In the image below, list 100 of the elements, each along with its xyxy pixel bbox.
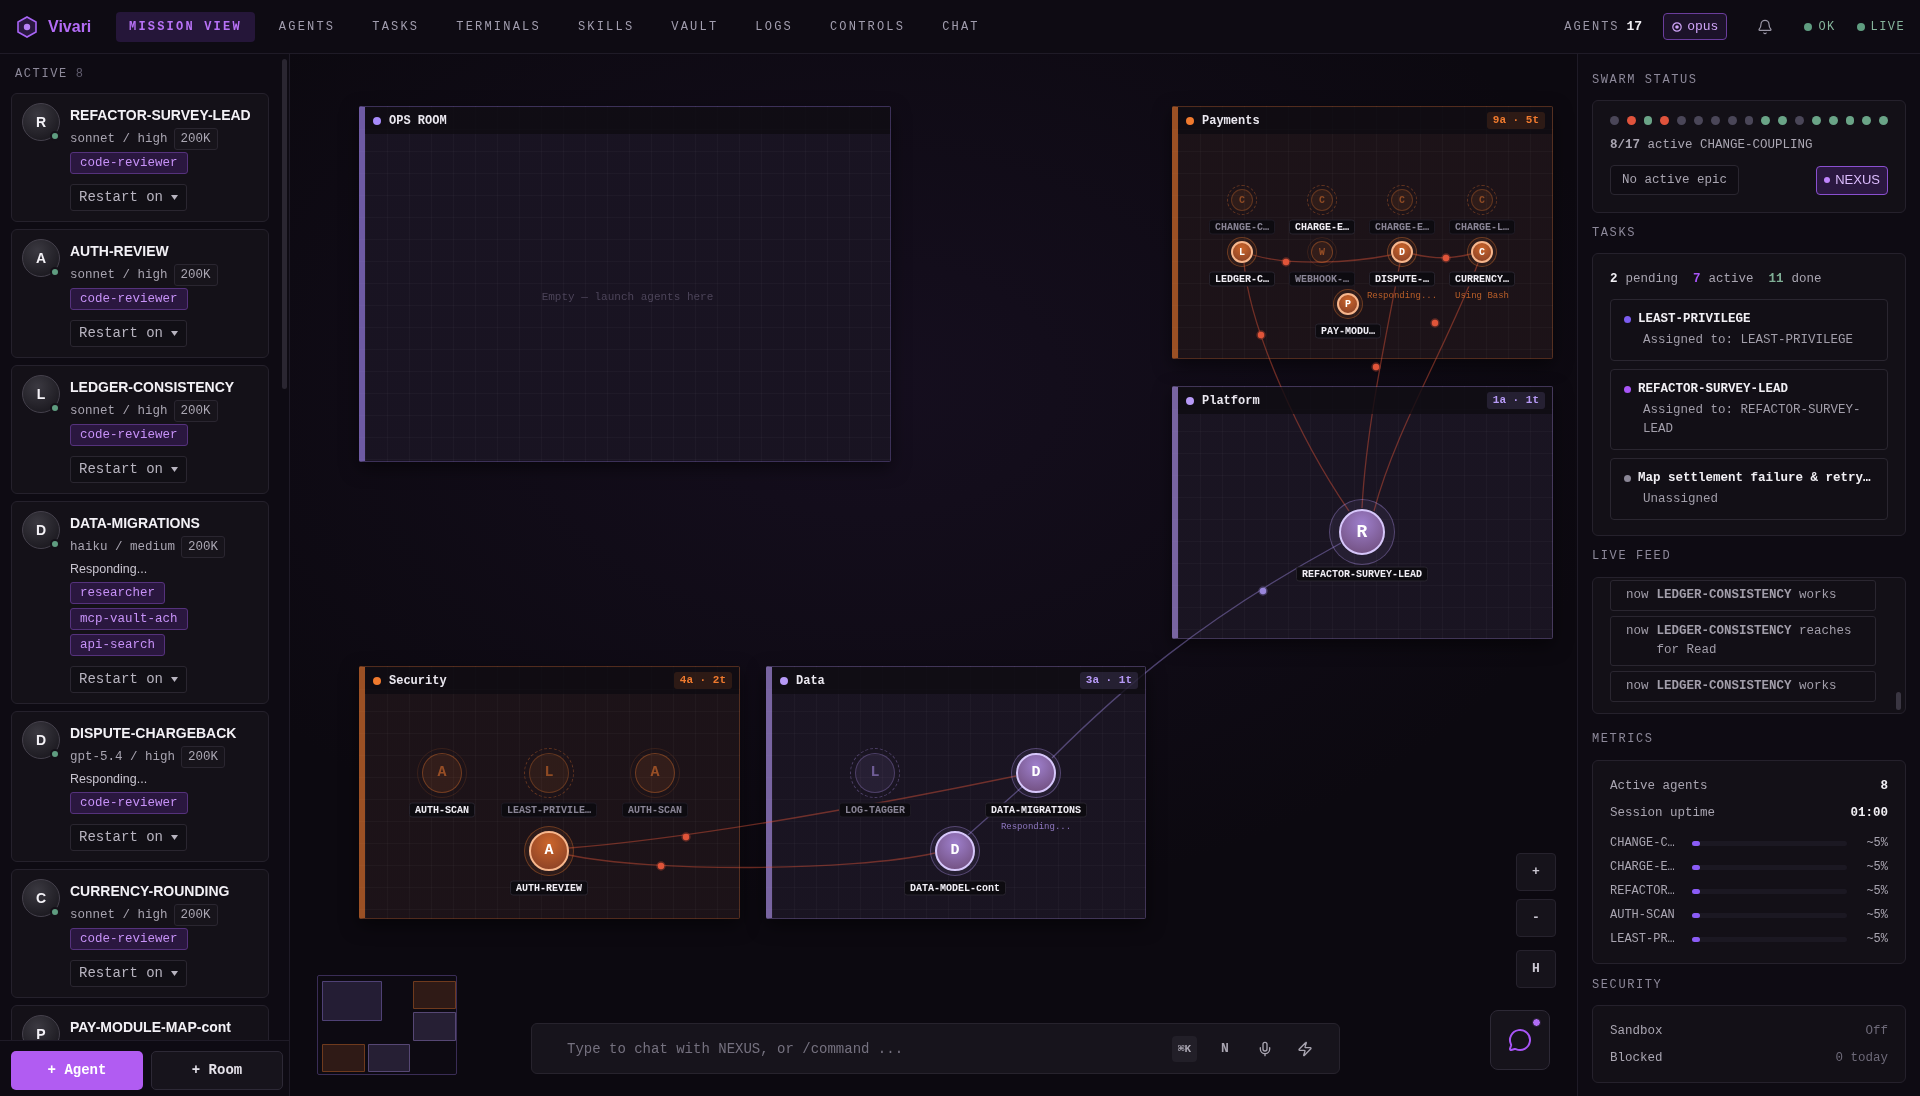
model-selector[interactable]: opus	[1663, 13, 1728, 40]
agent-card[interactable]: R REFACTOR-SURVEY-LEAD sonnet / high 200K code-reviewer Restart on	[11, 93, 269, 222]
nav-tab[interactable]: SKILLS	[564, 11, 648, 42]
section-heading: ACTIVE	[15, 66, 68, 83]
restart-dropdown[interactable]: Restart on	[70, 320, 187, 347]
agent-avatar: D	[22, 721, 60, 759]
agent-avatar: C	[22, 879, 60, 917]
scrollbar[interactable]	[1896, 692, 1901, 710]
glow-dot-icon	[1256, 330, 1266, 340]
agent-name: LEDGER-CONSISTENCY	[70, 378, 235, 397]
task-assignee: Unassigned	[1642, 491, 1719, 508]
task-card[interactable]: LEAST-PRIVILEGE Assigned to: LEAST-PRIVILEGE	[1610, 299, 1888, 361]
room-badge: 4a · 2t	[673, 672, 732, 689]
glow-dot-icon	[1430, 318, 1440, 328]
metric-value: 8	[1880, 778, 1888, 796]
node-label: DATA-MODEL-cont	[904, 880, 1006, 896]
metric-reading: ~5%	[1866, 907, 1888, 924]
nav-tab[interactable]: MISSION VIEW	[116, 11, 255, 42]
initial-node[interactable]: D	[1011, 748, 1061, 798]
bell-icon[interactable]	[1757, 18, 1774, 35]
nav-tab[interactable]: CONTROLS	[816, 11, 919, 42]
home-button[interactable]: H	[1516, 950, 1556, 988]
add-agent-button[interactable]: + Agent	[11, 1051, 143, 1090]
agent-card[interactable]: C CURRENCY-ROUNDING sonnet / high 200K code-reviewer Restart on	[11, 869, 269, 998]
room-title: OPS ROOM	[389, 112, 447, 130]
brand-name: Vivari	[48, 16, 92, 37]
zoom-out-button[interactable]: -	[1516, 899, 1556, 937]
lightning-icon	[1297, 1040, 1313, 1057]
skill-tag: mcp-vault-ach	[70, 608, 188, 630]
section-title: LIVE FEED	[1592, 549, 1673, 563]
nav-tab[interactable]: LOGS	[742, 11, 806, 42]
caret-icon	[171, 467, 178, 472]
agent-card[interactable]: D DISPUTE-CHARGEBACK gpt-5.4 / high 200K Responding... code-reviewer Restart on	[11, 711, 269, 862]
node-label: AUTH-REVIEW	[510, 880, 588, 896]
task-title: LEAST-PRIVILEGE	[1638, 310, 1751, 328]
metric-reading: ~5%	[1866, 931, 1888, 948]
epic-status: No active epic	[1610, 165, 1740, 195]
caret-icon	[171, 195, 178, 200]
model-label: haiku / medium	[70, 538, 176, 556]
caret-icon	[171, 331, 178, 336]
orchestrator-button[interactable]: NEXUS	[1816, 165, 1888, 195]
scrollbar[interactable]	[282, 59, 287, 389]
room-badge: 9a · 5t	[1486, 112, 1545, 129]
task-assignee: Assigned to: REFACTOR-SURVEY-LEAD	[1642, 402, 1862, 438]
context-size: 200K	[173, 400, 218, 422]
task-card[interactable]: REFACTOR-SURVEY-LEAD Assigned to: REFACTOR-SURVEY-LEAD	[1610, 369, 1888, 450]
hexagon-logo-icon	[17, 15, 37, 38]
room-title: Data	[796, 672, 825, 690]
node-label: LEAST-PRIVILE…	[501, 802, 597, 818]
initial-node[interactable]: A	[524, 826, 574, 876]
restart-dropdown[interactable]: Restart on	[70, 824, 187, 851]
initial-node[interactable]: L	[1227, 237, 1257, 267]
minimap-room	[367, 1043, 411, 1073]
task-card[interactable]: Map settlement failure & retry… Unassigned	[1610, 458, 1888, 520]
initial-node[interactable]: D	[1387, 237, 1417, 267]
nav-tab[interactable]: VAULT	[658, 11, 732, 42]
metric-label: Session uptime	[1610, 805, 1716, 823]
model-label: gpt-5.4 / high	[70, 748, 176, 766]
agent-card[interactable]: L LEDGER-CONSISTENCY sonnet / high 200K code-reviewer Restart on	[11, 365, 269, 494]
nav-tab[interactable]: CHAT	[929, 11, 993, 42]
initial-node[interactable]: P	[1333, 289, 1363, 319]
model-label: sonnet / high	[70, 130, 168, 148]
minimap-room	[322, 1043, 365, 1073]
skill-tag: api-search	[70, 634, 165, 656]
caret-icon	[171, 677, 178, 682]
metric-bar-label: REFACTOR…	[1610, 883, 1676, 900]
zoom-in-button[interactable]: +	[1516, 853, 1556, 891]
minimap-room	[322, 981, 382, 1021]
chat-button[interactable]	[1490, 1010, 1550, 1070]
task-assignee: Assigned to: LEAST-PRIVILEGE	[1642, 332, 1855, 349]
initial-node[interactable]: C	[1467, 237, 1497, 267]
chat-bar[interactable]: Type to chat with NEXUS, or /command ... ⌘K N	[531, 1023, 1340, 1074]
minimap-room	[413, 1012, 456, 1041]
model-label: sonnet / high	[70, 266, 168, 284]
model-label: sonnet / high	[70, 906, 168, 924]
security-value: 0 today	[1835, 1050, 1888, 1068]
feed-time: now	[1626, 587, 1649, 604]
node-label: AUTH-SCAN	[622, 802, 688, 818]
count-number: 11	[1768, 270, 1784, 288]
chat-input[interactable]: Type to chat with NEXUS, or /command ...	[567, 1033, 1156, 1064]
skill-tag: researcher	[70, 582, 165, 604]
mode-button[interactable]: N	[1213, 1035, 1237, 1062]
initial-node[interactable]: R	[1329, 499, 1395, 565]
nav-tab[interactable]: TASKS	[359, 11, 433, 42]
caret-icon	[171, 835, 178, 840]
restart-dropdown[interactable]: Restart on	[70, 456, 187, 483]
agent-card[interactable]: P PAY-MODULE-MAP-cont	[11, 1005, 269, 1040]
agent-status: Responding...	[70, 561, 149, 578]
add-room-button[interactable]: + Room	[151, 1051, 283, 1090]
restart-dropdown[interactable]: Restart on	[70, 184, 187, 211]
initial-node[interactable]: D	[930, 826, 980, 876]
agent-card[interactable]: D DATA-MIGRATIONS haiku / medium 200K Responding... researcher mcp-vault-ach api-search Restart on	[11, 501, 269, 704]
metric-bar-label: AUTH-SCAN	[1610, 907, 1676, 924]
restart-dropdown[interactable]: Restart on	[70, 960, 187, 987]
model-label: sonnet / high	[70, 402, 168, 420]
nav-tab[interactable]: AGENTS	[265, 11, 349, 42]
agent-card[interactable]: A AUTH-REVIEW sonnet / high 200K code-reviewer Restart on	[11, 229, 269, 358]
nav-tab[interactable]: TERMINALS	[443, 11, 554, 42]
agent-avatar: A	[22, 239, 60, 277]
restart-dropdown[interactable]: Restart on	[70, 666, 187, 693]
